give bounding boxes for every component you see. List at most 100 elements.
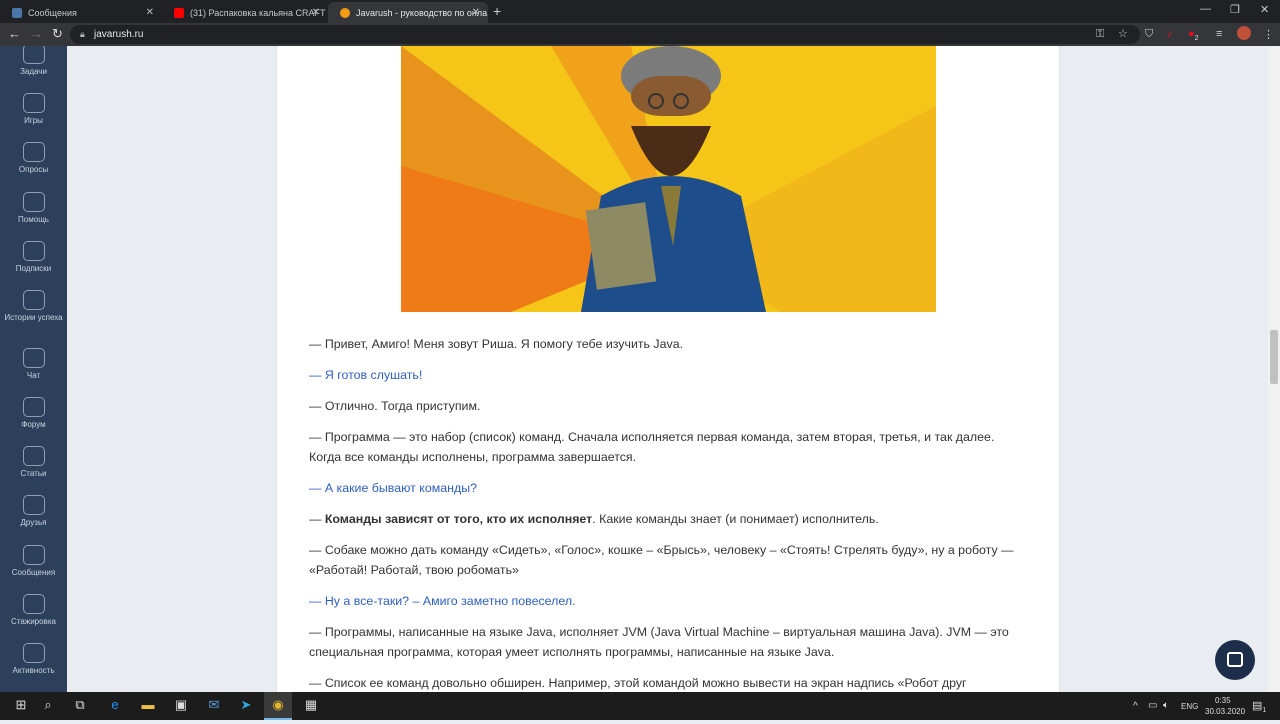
dash: — — [309, 512, 325, 526]
sidebar-item-icon — [22, 290, 45, 310]
clock-time[interactable]: 0:35 — [1215, 696, 1231, 705]
paragraph-text: . Какие команды знает (и понимает) испол… — [592, 512, 879, 526]
sidebar-item-icon — [22, 495, 45, 515]
sidebar-item[interactable]: Друзья — [0, 495, 67, 527]
sidebar: Задачи Игры Опросы Помощь Подписки Истории ус… — [0, 46, 67, 692]
dialog-line: — Отлично. Тогда приступим. — [309, 399, 481, 413]
sidebar-item-icon — [22, 594, 45, 614]
sidebar-item-label: Опросы — [18, 165, 49, 174]
extension-badge-icon[interactable]: ●2 — [1188, 28, 1199, 42]
store-icon[interactable]: ▣ — [170, 697, 192, 713]
close-tab-icon[interactable]: ✕ — [146, 7, 154, 18]
close-window-button[interactable]: ✕ — [1260, 3, 1269, 16]
network-icon[interactable]: ▭ — [1148, 700, 1157, 711]
sidebar-item[interactable]: Опросы — [0, 142, 67, 174]
sidebar-item[interactable]: Подписки — [0, 241, 67, 273]
sidebar-item[interactable]: Задачи — [0, 46, 67, 76]
sidebar-item-icon — [22, 446, 45, 466]
sidebar-item[interactable]: Стажировка — [0, 594, 67, 626]
notifications-icon[interactable]: ▤1 — [1252, 699, 1266, 714]
edge-icon[interactable]: e — [104, 697, 126, 712]
tab-bar: Сообщения ✕ (31) Распаковка кальяна CRAFT… — [0, 0, 1280, 23]
sidebar-item-icon — [22, 192, 45, 212]
javarush-icon — [340, 7, 350, 18]
close-tab-icon[interactable]: ✕ — [312, 7, 320, 18]
sidebar-item[interactable]: Статьи — [0, 446, 67, 478]
dialog-line-amigo: — Я готов слушать! — [309, 368, 423, 382]
telegram-icon[interactable]: ➤ — [235, 697, 257, 713]
sidebar-item-label: Сообщения — [11, 568, 56, 577]
dialog-line-amigo: — Ну а все-таки? – Амиго заметно повесел… — [309, 594, 576, 608]
task-view-icon[interactable]: ⧉ — [69, 697, 91, 713]
sidebar-item-label: Друзья — [20, 518, 47, 527]
windows-start-icon[interactable]: ⊞ — [10, 697, 32, 713]
sidebar-item-label: Форум — [21, 420, 46, 429]
sidebar-item[interactable]: Помощь — [0, 192, 67, 224]
file-explorer-icon[interactable]: ▬ — [137, 697, 159, 712]
forward-icon[interactable]: → — [30, 26, 43, 41]
sidebar-item-label: Помощь — [18, 215, 49, 224]
key-icon[interactable]: ⚿ — [1096, 28, 1104, 41]
tab-messages[interactable]: Сообщения ✕ — [0, 2, 162, 23]
bold-text: Команды зависят от того, кто их исполняе… — [324, 512, 593, 526]
sidebar-item-label: Статьи — [20, 469, 47, 478]
close-tab-icon[interactable]: ✕ — [472, 7, 480, 18]
language-indicator[interactable]: ENG — [1181, 702, 1198, 711]
dialog-line: — Собаке можно дать команду «Сидеть», «Г… — [309, 543, 1014, 577]
search-icon[interactable]: ⌕ — [37, 697, 59, 713]
lock-icon: 🔒︎ — [80, 29, 85, 39]
back-icon[interactable]: ← — [8, 26, 21, 41]
minimize-button[interactable]: — — [1200, 3, 1211, 15]
sidebar-item[interactable]: Активность — [0, 643, 67, 675]
sidebar-item-label: Чат — [26, 371, 41, 380]
sidebar-item-icon — [22, 241, 45, 261]
page-scrollbar[interactable] — [1268, 46, 1280, 692]
profile-avatar[interactable] — [1237, 26, 1251, 40]
tab-javarush[interactable]: Javarush - руководство по онла ✕ — [328, 2, 488, 23]
address-bar[interactable]: 🔒︎ javarush.ru ⚿ ☆ — [70, 25, 1140, 44]
star-icon[interactable]: ☆ — [1118, 27, 1128, 40]
volume-icon[interactable]: 🔈︎ — [1163, 700, 1169, 711]
tab-youtube[interactable]: (31) Распаковка кальяна CRAFT ✕ — [162, 2, 328, 23]
sidebar-item[interactable]: Форум — [0, 397, 67, 429]
lesson-content: — Привет, Амиго! Меня зовут Риша. Я помо… — [276, 46, 1060, 710]
dialog-line: — Привет, Амиго! Меня зовут Риша. Я помо… — [309, 337, 684, 351]
sidebar-item-label: Активность — [12, 666, 55, 675]
calculator-icon[interactable]: ▦ — [300, 697, 322, 713]
menu-icon[interactable]: ⋮ — [1263, 28, 1274, 41]
sidebar-item[interactable]: Чат — [0, 348, 67, 380]
chat-icon — [1227, 652, 1243, 667]
sidebar-item-label: Стажировка — [11, 617, 56, 626]
sidebar-item-icon — [22, 545, 45, 565]
sidebar-item[interactable]: Игры — [0, 93, 67, 125]
mail-icon[interactable]: ✉ — [203, 697, 225, 713]
sidebar-item-label: Истории успеха — [4, 313, 63, 322]
browser-toolbar: ← → ↻ 🔒︎ javarush.ru ⚿ ☆ ⛉ ♪ ●2 ≡ ⋮ — [0, 23, 1280, 46]
restore-button[interactable]: ❐ — [1230, 3, 1240, 16]
sidebar-item-label: Задачи — [20, 67, 47, 76]
new-tab-button[interactable]: + — [493, 3, 501, 19]
support-chat-button[interactable] — [1215, 640, 1255, 680]
sidebar-item[interactable]: Сообщения — [0, 545, 67, 577]
sidebar-item-icon — [22, 643, 45, 663]
dialog-line: — Программа — это набор (список) команд.… — [309, 430, 995, 464]
lesson-illustration — [401, 46, 936, 312]
reload-icon[interactable]: ↻ — [52, 26, 63, 42]
tab-title: Сообщения — [28, 7, 77, 18]
chrome-icon[interactable]: ◉ — [264, 692, 292, 720]
scrollbar-thumb[interactable] — [1270, 330, 1278, 384]
dialog-line: — Программы, написанные на языке Java, и… — [309, 625, 1009, 659]
sidebar-item[interactable]: Истории успеха — [0, 290, 67, 322]
music-extension-icon[interactable]: ♪ — [1167, 28, 1173, 40]
clock-date[interactable]: 30.03.2020 — [1205, 707, 1245, 716]
url-text: javarush.ru — [94, 29, 144, 40]
media-queue-icon[interactable]: ≡ — [1216, 28, 1222, 40]
shield-extension-icon[interactable]: ⛉ — [1145, 28, 1153, 41]
tab-title: Javarush - руководство по онла — [356, 7, 488, 18]
tray-expand-icon[interactable]: ^ — [1133, 701, 1138, 712]
sidebar-item-label: Подписки — [15, 264, 52, 273]
vk-messages-icon — [12, 7, 22, 18]
sidebar-item-label: Игры — [24, 116, 43, 125]
article-text: — Привет, Амиго! Меня зовут Риша. Я помо… — [309, 334, 1019, 724]
tab-title: (31) Распаковка кальяна CRAFT — [190, 7, 326, 18]
